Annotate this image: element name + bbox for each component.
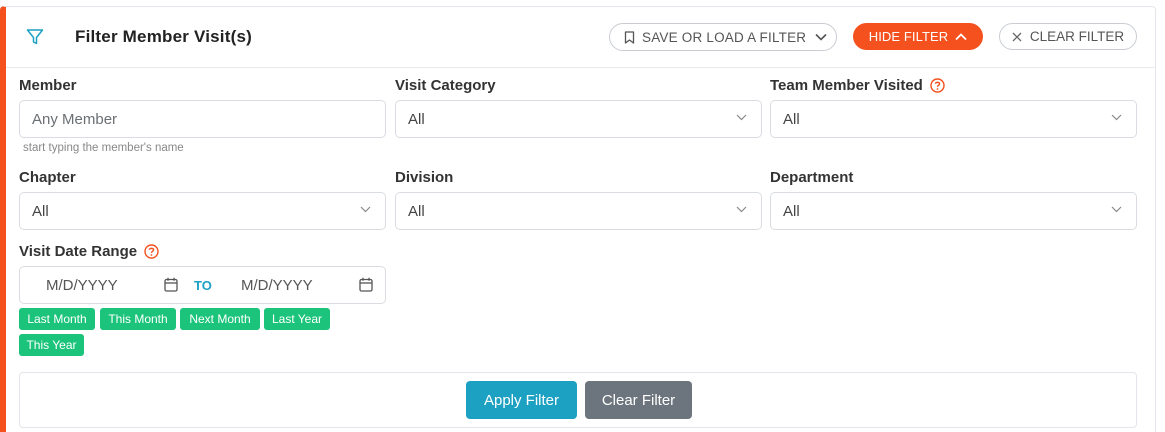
filter-actions-bar: Apply Filter Clear Filter [19, 372, 1137, 428]
clear-filter-button[interactable]: Clear Filter [585, 381, 692, 419]
help-circle-icon[interactable] [930, 78, 945, 93]
visit-category-select[interactable]: All [395, 100, 762, 138]
department-value: All [783, 202, 800, 220]
chip-this-year[interactable]: This Year [19, 334, 84, 356]
filter-header: Filter Member Visit(s) SAVE OR LOAD A FI… [6, 7, 1155, 68]
division-select[interactable]: All [395, 192, 762, 230]
bookmark-icon [624, 30, 635, 44]
date-to-input[interactable]: M/D/YYYY [241, 267, 351, 303]
save-or-load-filter-label: SAVE OR LOAD A FILTER [642, 29, 807, 45]
chip-last-year[interactable]: Last Year [264, 308, 330, 330]
chevron-down-icon [1111, 206, 1122, 213]
chip-next-month[interactable]: Next Month [180, 308, 260, 330]
member-input[interactable] [32, 110, 385, 128]
date-from-input[interactable]: M/D/YYYY [46, 267, 156, 303]
chip-this-month[interactable]: This Month [100, 308, 176, 330]
calendar-icon[interactable] [359, 277, 373, 292]
team-member-visited-select[interactable]: All [770, 100, 1137, 138]
chapter-value: All [32, 202, 49, 220]
close-icon [1012, 32, 1022, 41]
calendar-icon[interactable] [164, 277, 178, 292]
chevron-down-icon [736, 114, 747, 121]
chevron-down-icon [815, 33, 827, 41]
division-value: All [408, 202, 425, 220]
chapter-label: Chapter [19, 169, 76, 186]
chip-last-month[interactable]: Last Month [19, 308, 95, 330]
filter-panel: Filter Member Visit(s) SAVE OR LOAD A FI… [0, 6, 1156, 432]
team-member-visited-label: Team Member Visited [770, 77, 945, 94]
division-label: Division [395, 169, 454, 186]
chevron-down-icon [360, 206, 371, 213]
date-range-to-label: TO [194, 278, 212, 293]
clear-filter-top-button[interactable]: CLEAR FILTER [999, 23, 1137, 50]
help-circle-icon[interactable] [144, 244, 159, 259]
page-title: Filter Member Visit(s) [75, 27, 252, 46]
chevron-up-icon [955, 32, 967, 40]
member-input-wrapper [19, 100, 386, 138]
filter-funnel-icon [26, 29, 44, 45]
team-member-visited-value: All [783, 110, 800, 128]
chapter-select[interactable]: All [19, 192, 386, 230]
hide-filter-button[interactable]: HIDE FILTER [853, 23, 983, 50]
save-or-load-filter-button[interactable]: SAVE OR LOAD A FILTER [609, 23, 837, 51]
chevron-down-icon [736, 206, 747, 213]
member-hint: start typing the member's name [23, 142, 184, 154]
visit-category-value: All [408, 110, 425, 128]
hide-filter-label: HIDE FILTER [868, 29, 949, 44]
department-select[interactable]: All [770, 192, 1137, 230]
visit-date-range-group: M/D/YYYY TO M/D/YYYY [19, 266, 386, 304]
department-label: Department [770, 169, 854, 186]
clear-filter-top-label: CLEAR FILTER [1029, 29, 1125, 44]
apply-filter-button[interactable]: Apply Filter [466, 381, 577, 419]
visit-date-range-label: Visit Date Range [19, 243, 159, 260]
chevron-down-icon [1111, 114, 1122, 121]
visit-category-label: Visit Category [395, 77, 496, 94]
member-label: Member [19, 77, 77, 94]
